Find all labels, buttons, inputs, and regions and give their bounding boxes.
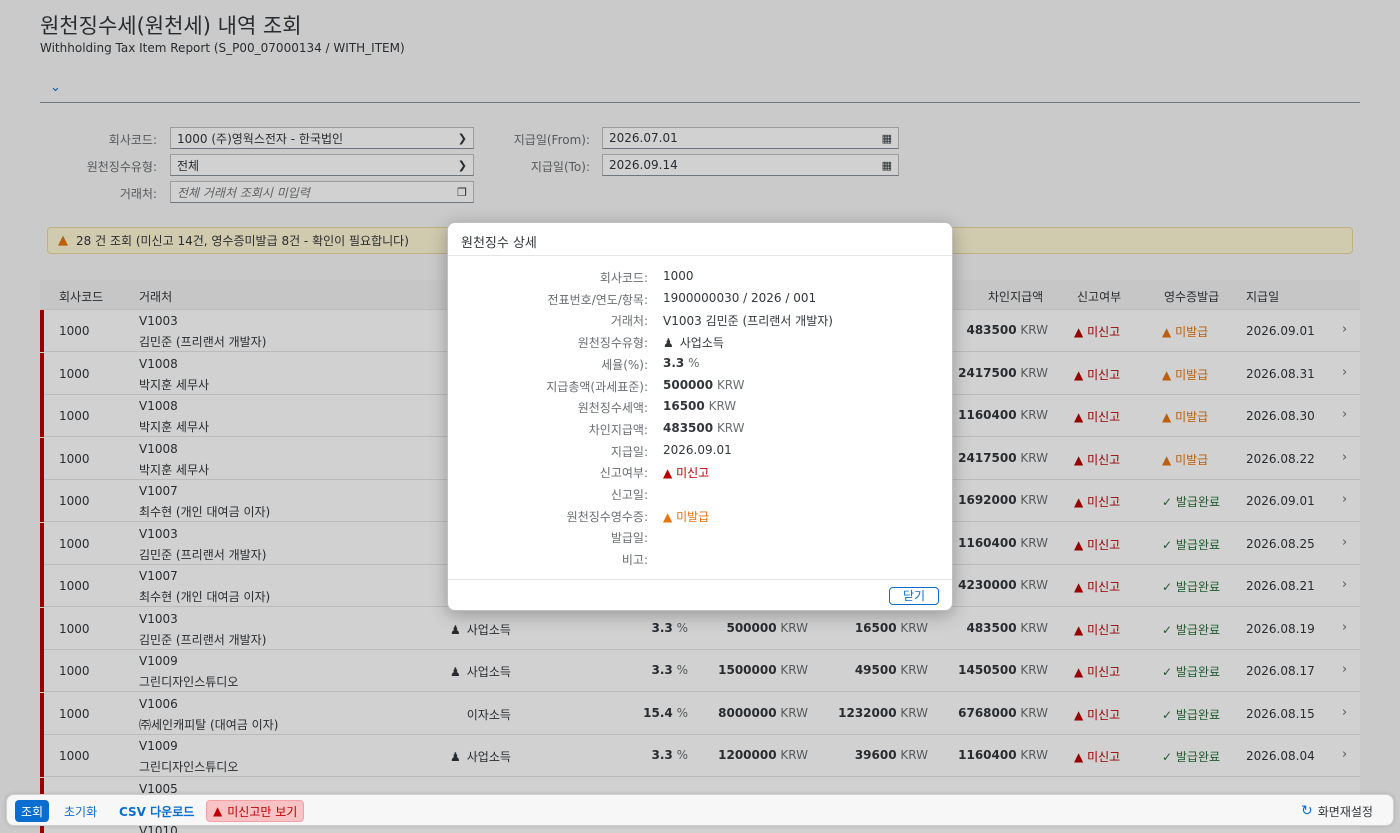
dialog-title: 원천징수 상세 <box>461 236 537 251</box>
warning-icon: ▲ <box>213 804 223 818</box>
error-icon: ▲ <box>663 466 673 481</box>
dialog-field-value: 16500 KRW <box>663 399 736 413</box>
field-text: 2026.09.01 <box>663 442 732 457</box>
dialog-field-label: 원천징수유형: <box>577 336 648 351</box>
search-button[interactable]: 조회 <box>15 800 50 822</box>
dialog-field-value: 483500 KRW <box>663 421 745 435</box>
field-unit: KRW <box>716 420 745 435</box>
field-text: 미발급 <box>676 509 710 524</box>
dialog-field-value: 2026.09.01 <box>663 443 732 457</box>
field-number: 3.3 <box>663 355 685 370</box>
dialog-field-value: ▲ 미발급 <box>663 508 709 525</box>
close-button[interactable]: 닫기 <box>889 587 939 605</box>
dialog-field-value: 3.3 % <box>663 356 700 370</box>
dialog-field-value: ▲ 미신고 <box>663 464 709 481</box>
field-unit: KRW <box>716 377 745 392</box>
field-number: 16500 <box>663 399 705 414</box>
footer-toolbar: 조회 초기화 CSV 다운로드 ▲ 미신고만 보기 ↻ 화면재설정 <box>6 794 1394 826</box>
field-text: 미신고 <box>676 466 710 481</box>
field-unit: KRW <box>708 399 737 414</box>
dialog-field-label: 신고여부: <box>599 466 648 481</box>
field-text: V1003 김민준 (프리랜서 개발자) <box>663 314 833 329</box>
dialog-field-label: 차인지급액: <box>588 422 648 437</box>
dialog-field-label: 원천징수영수증: <box>566 509 648 524</box>
detail-dialog: 원천징수 상세 회사코드: 1000 전표번호/연도/항목: 1900000030 /… <box>447 222 953 611</box>
dialog-field-value: ♟ 사업소득 <box>663 334 724 351</box>
dialog-field-label: 비고: <box>621 553 648 568</box>
dialog-field-label: 전표번호/연도/항목: <box>547 292 648 307</box>
field-unit: % <box>688 355 700 370</box>
dialog-footer-divider <box>448 579 952 580</box>
dialog-field-value: 1000 <box>663 269 694 283</box>
refresh-icon: ↻ <box>1301 803 1313 819</box>
field-text: 1900000030 / 2026 / 001 <box>663 290 817 305</box>
layout-reset-button[interactable]: ↻ 화면재설정 <box>1295 800 1379 822</box>
dialog-field-label: 원천징수세액: <box>577 401 648 416</box>
field-text: 1000 <box>663 269 694 283</box>
warning-icon: ▲ <box>663 509 673 524</box>
reset-button[interactable]: 초기화 <box>58 800 103 822</box>
field-number: 483500 <box>663 420 714 435</box>
dialog-field-label: 신고일: <box>610 488 648 502</box>
dialog-field-value: 500000 KRW <box>663 378 745 392</box>
dialog-field-value: V1003 김민준 (프리랜서 개발자) <box>663 312 833 329</box>
unreported-only-button[interactable]: ▲ 미신고만 보기 <box>206 800 305 822</box>
dialog-field-label: 거래처: <box>610 314 648 329</box>
dialog-field-label: 세율(%): <box>601 357 648 372</box>
csv-download-button[interactable]: CSV 다운로드 <box>113 800 200 822</box>
dialog-field-label: 지급총액(과세표준): <box>546 379 648 394</box>
field-number: 500000 <box>663 377 714 392</box>
dialog-field-label: 지급일: <box>610 444 648 459</box>
unreported-only-label: 미신고만 보기 <box>227 804 298 819</box>
dialog-title-divider <box>448 255 952 256</box>
field-text: 사업소득 <box>679 336 724 351</box>
dialog-field-value: 1900000030 / 2026 / 001 <box>663 291 816 305</box>
layout-reset-label: 화면재설정 <box>1317 804 1373 819</box>
person-icon: ♟ <box>663 336 674 351</box>
dialog-field-label: 회사코드: <box>599 271 648 285</box>
dialog-field-label: 발급일: <box>610 531 648 546</box>
